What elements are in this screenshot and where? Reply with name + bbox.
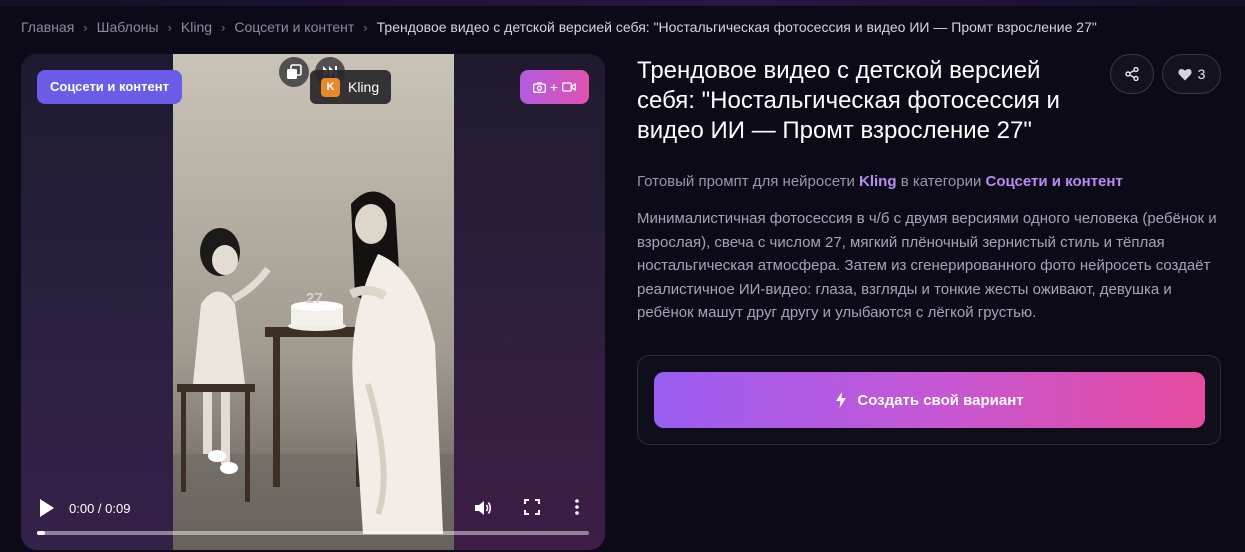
like-button[interactable]: 3 [1162, 54, 1221, 94]
camera-icon [532, 81, 546, 93]
category-chip[interactable]: Соцсети и контент [37, 70, 182, 104]
chevron-right-icon: › [83, 19, 88, 35]
like-count: 3 [1197, 66, 1206, 82]
video-controls: 0:00 / 0:09 [21, 490, 605, 550]
breadcrumb-category[interactable]: Соцсети и контент [234, 19, 354, 35]
prompt-subtitle: Готовый промпт для нейросети Kling в кат… [637, 173, 1123, 190]
breadcrumb-current: Трендовое видео с детской версией себя: … [376, 19, 1097, 35]
subtitle-middle: в категории [900, 173, 982, 190]
chevron-right-icon: › [221, 19, 226, 35]
breadcrumb: Главная › Шаблоны › Kling › Соцсети и ко… [21, 19, 1097, 35]
media-background-right [454, 54, 605, 550]
video-progress-fill [37, 531, 46, 535]
more-vertical-icon[interactable] [574, 498, 580, 516]
kling-logo: K [321, 77, 340, 97]
lightning-icon [836, 392, 847, 408]
top-glow [0, 0, 1245, 6]
cta-panel: Создать свой вариант [637, 355, 1221, 445]
create-variant-label: Создать свой вариант [857, 391, 1024, 409]
breadcrumb-home[interactable]: Главная [21, 19, 74, 35]
fullscreen-icon[interactable] [524, 499, 540, 515]
subtitle-category-link[interactable]: Соцсети и контент [986, 173, 1123, 190]
share-icon [1125, 67, 1139, 81]
preview-image: 27 [173, 54, 454, 550]
subtitle-model-link[interactable]: Kling [859, 173, 897, 190]
breadcrumb-templates[interactable]: Шаблоны [97, 19, 159, 35]
media-card: 27 Соцсети и контент K Kling + 0:00 / 0:… [21, 54, 605, 550]
share-button[interactable] [1110, 54, 1154, 94]
preview-video[interactable]: 27 [173, 54, 454, 550]
chevron-right-icon: › [167, 19, 172, 35]
model-chip-label: Kling [348, 79, 380, 95]
cake-number: 27 [306, 290, 323, 307]
model-chip[interactable]: K Kling [310, 70, 392, 104]
photo-to-video-chip: + [520, 70, 589, 104]
heart-icon [1177, 68, 1192, 80]
breadcrumb-kling[interactable]: Kling [181, 19, 212, 35]
volume-icon[interactable] [474, 499, 492, 517]
video-icon [562, 82, 576, 92]
plus-sign: + [549, 79, 559, 95]
create-variant-button[interactable]: Создать свой вариант [654, 372, 1205, 428]
copy-button[interactable] [279, 57, 309, 87]
prompt-description: Минималистичная фотосессия в ч/б с двумя… [637, 210, 1217, 322]
copy-icon [287, 64, 302, 79]
video-time: 0:00 / 0:09 [69, 501, 131, 516]
play-icon[interactable] [38, 498, 56, 518]
media-background-left [21, 54, 173, 550]
subtitle-prefix: Готовый промпт для нейросети [637, 173, 855, 190]
video-progress-bar[interactable] [37, 531, 589, 535]
chevron-right-icon: › [363, 19, 368, 35]
page-title: Трендовое видео с детской версией себя: … [637, 57, 1060, 144]
